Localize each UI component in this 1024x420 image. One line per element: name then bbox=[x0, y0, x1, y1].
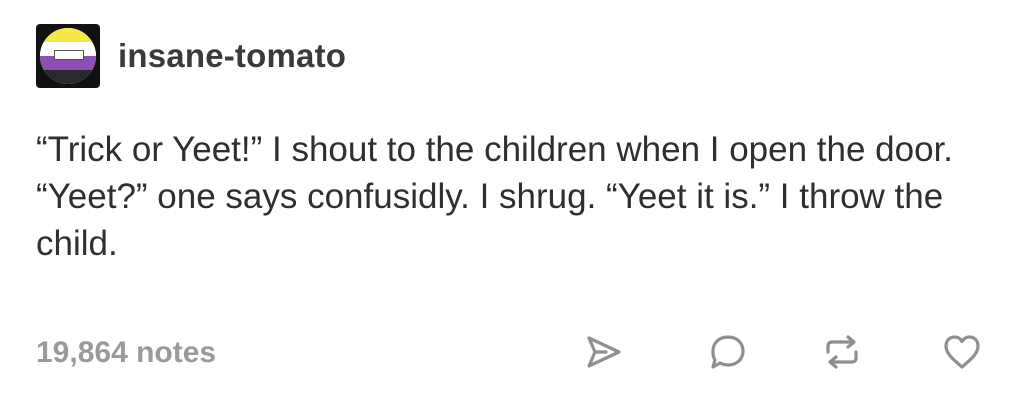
avatar[interactable] bbox=[36, 24, 100, 88]
avatar-flag bbox=[40, 28, 96, 84]
share-button[interactable] bbox=[584, 332, 624, 372]
notes-count[interactable]: 19,864 notes bbox=[36, 336, 216, 370]
like-button[interactable] bbox=[942, 332, 982, 372]
post-body-text: “Trick or Yeet!” I shout to the children… bbox=[36, 130, 954, 263]
reblog-icon bbox=[826, 335, 858, 369]
reply-icon bbox=[711, 335, 745, 369]
reblog-button[interactable] bbox=[822, 332, 862, 372]
post-card: insane-tomato “Trick or Yeet!” I shout t… bbox=[0, 0, 1024, 420]
post-header: insane-tomato bbox=[36, 24, 346, 88]
username-link[interactable]: insane-tomato bbox=[118, 37, 346, 75]
share-icon bbox=[587, 336, 621, 368]
post-footer: 19,864 notes bbox=[36, 332, 986, 372]
reply-button[interactable] bbox=[708, 332, 748, 372]
heart-icon bbox=[944, 335, 980, 369]
